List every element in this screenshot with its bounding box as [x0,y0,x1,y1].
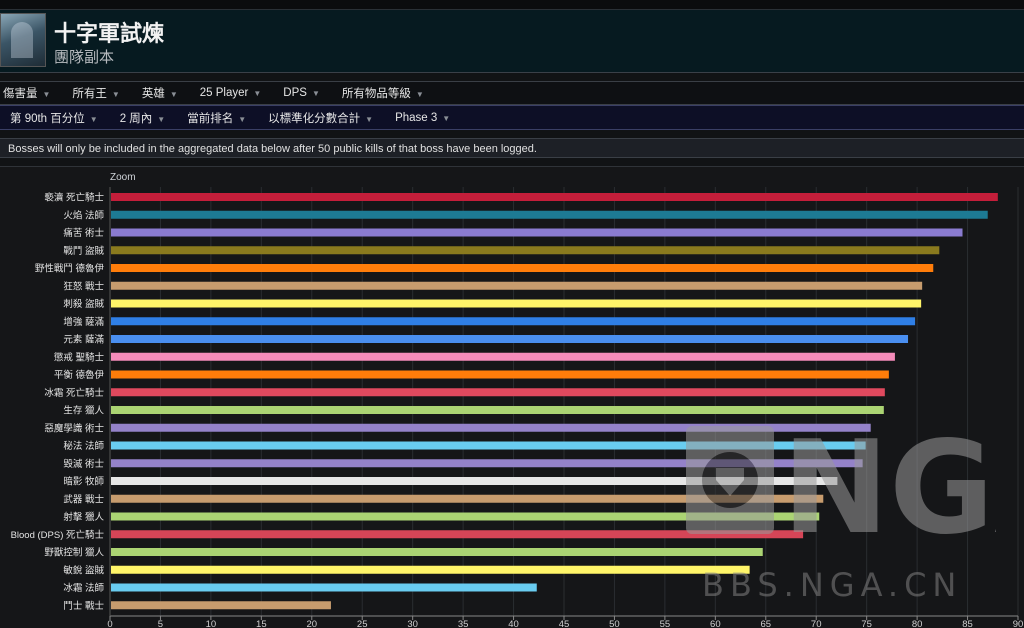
notice-banner: Bosses will only be included in the aggr… [0,138,1024,158]
category-label: 平衡 德魯伊 [54,369,105,381]
filter-boss[interactable]: 所有王 ▼ [72,85,119,101]
category-label: 冰霜 法師 [63,582,104,594]
category-label: 射擊 獵人 [63,511,104,523]
bar [111,601,331,610]
category-label: 暗影 牧師 [63,476,104,488]
bar-chart: Zoom0 5 10 15 20 25 30 35 40 45 50 55 60 65 70 75 80 85 90… [11,172,1024,628]
watermark-text: BBS.NGA.CN [702,566,963,604]
category-label: 刺殺 盜賊 [63,298,104,310]
page-title: 十字軍試煉 [54,21,165,46]
filter-metric[interactable]: 傷害量 ▼ [3,85,50,101]
chevron-down-icon: ▼ [42,90,51,99]
bar [111,335,909,343]
chevron-down-icon: ▼ [111,90,120,99]
watermark-logo: NGA [686,420,996,540]
filter-aggregation[interactable]: 以標準化分數合計 ▼ [268,110,373,126]
chevron-down-icon: ▼ [89,114,98,124]
filter-percentile[interactable]: 第 90th 百分位 ▼ [10,110,98,126]
filter-difficulty[interactable]: 英雄 ▼ [142,85,178,101]
bar [111,317,916,326]
category-label: 敏銳 盜賊 [63,564,104,576]
bar [111,281,923,290]
category-label: 火焰 法師 [63,209,104,221]
zoom-label: Zoom [110,172,136,183]
category-label: 生存 獵人 [63,405,104,417]
chevron-down-icon: ▼ [169,90,178,99]
svg-text:NGA: NGA [782,420,996,540]
filter-timeframe[interactable]: 2 周內 ▼ [120,110,166,126]
bar [111,565,750,574]
chevron-down-icon: ▼ [253,89,262,98]
chevron-down-icon: ▼ [311,89,320,98]
chart-panel: Zoom 0 5 10 15 20 25 30 35 40 45 50 55 60 65 70 75 80 85 90… [0,166,1024,628]
filter-bar-secondary: 第 90th 百分位 ▼ 2 周內 ▼ 當前排名 ▼ 以標準化分數合計 ▼ Phase … [0,105,1024,130]
chevron-down-icon: ▼ [157,114,166,124]
bar [111,406,884,414]
bar [111,352,895,361]
bar [111,228,963,237]
zone-header: 十字軍試煉 團隊副本 [0,10,1024,73]
chevron-down-icon: ▼ [365,114,374,124]
zone-icon [0,13,46,67]
category-label: 狂怒 戰士 [63,280,104,292]
bar [111,246,940,255]
category-label: 武器 戰士 [63,493,104,505]
top-strip [0,0,1024,10]
category-label: 野獸控制 獵人 [44,547,104,559]
category-label: 痛苦 術士 [63,227,104,239]
bar [111,548,763,556]
filter-phase[interactable]: Phase 3 ▼ [395,112,450,124]
page-subtitle: 團隊副本 [54,49,115,66]
bar [111,299,922,308]
bar [111,370,889,379]
category-label: 元素 薩滿 [63,334,104,346]
chevron-down-icon: ▼ [238,114,247,124]
category-label: 鬥士 戰士 [63,600,104,612]
bar [111,583,537,592]
category-label: 褻瀆 死亡騎士 [44,192,104,204]
category-label: 戰鬥 盜賊 [63,245,104,257]
bar [111,210,988,219]
chevron-down-icon: ▼ [442,113,451,123]
category-label: 秘法 法師 [63,440,104,452]
category-label: Blood (DPS) 死亡騎士 [11,529,105,541]
category-label: 野性戰鬥 德魯伊 [35,263,105,275]
bar [111,193,998,201]
category-label: 毀滅 術士 [63,458,104,470]
bar [111,264,934,272]
category-label: 懲戒 聖騎士 [54,351,105,363]
filter-size[interactable]: 25 Player ▼ [200,87,262,99]
category-label: 冰霜 死亡騎士 [44,387,104,399]
category-label: 惡魔學識 術士 [44,422,104,434]
bar [111,388,885,397]
filter-role[interactable]: DPS ▼ [283,87,320,99]
chevron-down-icon: ▼ [415,90,424,99]
filter-item-level[interactable]: 所有物品等級 ▼ [342,85,424,101]
filter-ranking[interactable]: 當前排名 ▼ [187,110,246,126]
category-label: 增強 薩滿 [63,316,104,328]
filter-bar-primary: 傷害量 ▼ 所有王 ▼ 英雄 ▼ 25 Player ▼ DPS ▼ 所有物品等級 ▼ [0,81,1024,105]
